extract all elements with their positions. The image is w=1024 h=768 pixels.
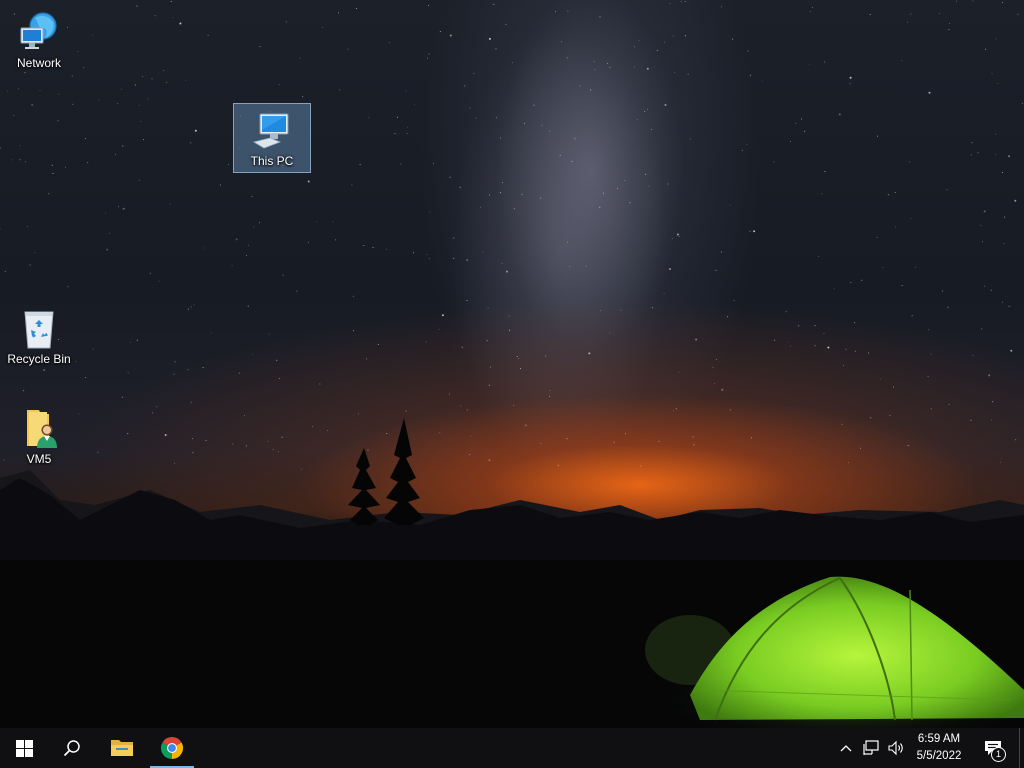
desktop-icon-network[interactable]: Network [1,6,77,70]
recycle-bin-icon [24,311,54,349]
folder-icon [111,740,133,756]
chevron-up-icon [840,745,852,752]
desktop-wallpaper [0,0,1024,728]
search-icon [63,740,80,757]
clock-date: 5/5/2022 [916,750,962,762]
network-wired-icon [863,740,879,755]
chrome-icon [160,737,184,759]
network-globe-icon [20,12,57,49]
taskbar: 6:59 AM 5/5/2022 [0,728,1024,768]
desktop-icon-vm5[interactable]: VM5 [1,402,77,466]
user-folder-icon [27,410,57,448]
desktop-icon-label: VM5 [26,452,52,466]
desktop-icon-this-pc[interactable]: This PC [233,103,311,173]
start-button[interactable] [0,728,48,768]
desktop-icon-recycle-bin[interactable]: Recycle Bin [1,302,77,366]
notification-count-badge: 1 [991,747,1006,762]
taskbar-file-explorer[interactable] [98,728,146,768]
windows-logo-icon [15,739,33,757]
clock-time: 6:59 AM [917,733,961,745]
desktop-icon-label: Network [16,56,61,70]
desktop-icon-label: This PC [250,154,294,168]
speaker-icon [888,740,903,756]
taskbar-chrome[interactable] [148,728,196,768]
desktop-icon-label: Recycle Bin [7,352,71,366]
network-status-button[interactable] [859,728,883,768]
night-sky-landscape-image [0,0,1024,728]
search-button[interactable] [48,728,96,768]
show-desktop-button[interactable] [1019,728,1024,768]
system-clock[interactable]: 6:59 AM 5/5/2022 [904,731,974,765]
show-hidden-icons-button[interactable] [836,728,856,768]
computer-monitor-icon [252,113,289,149]
